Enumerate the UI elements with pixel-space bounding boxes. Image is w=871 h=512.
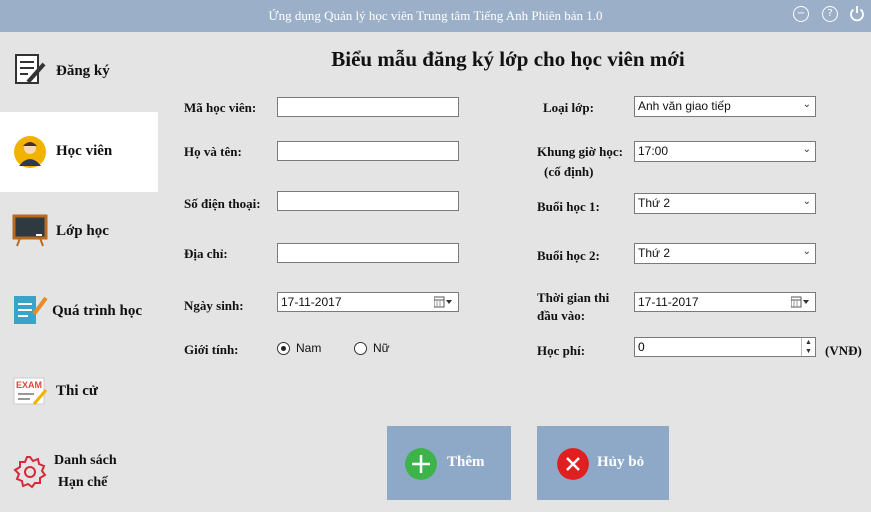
gender-label: Giới tính: [184,342,239,357]
cancel-button-label: Hủy bỏ [597,454,645,470]
entrance-value: 17-11-2017 [638,295,699,309]
sidebar-item-register[interactable]: Đăng ký [0,32,158,112]
sidebar-item-label-line2: Hạn chế [58,475,108,490]
fee-label: Học phí: [537,343,586,358]
class-type-value: Anh văn giao tiếp [638,99,731,113]
gender-female-label: Nữ [373,341,390,355]
gender-male-label: Nam [296,341,322,355]
session2-label: Buổi học 2: [537,248,600,263]
sidebar: Đăng ký Học viên Lớp học Quá trình học E… [0,32,158,512]
sidebar-item-label: Quá trình học [52,303,143,319]
entrance-label-line1: Thời gian thi [537,290,610,305]
session1-select[interactable]: Thứ 2 ⌄ [634,193,816,214]
close-icon [557,448,589,480]
title-bar: Ứng dụng Quản lý học viên Trung tâm Tiến… [0,0,871,32]
time-label-line2: (cố định) [544,164,594,179]
student-id-label: Mã học viên: [184,100,257,115]
gender-female-radio[interactable]: Nữ [354,341,390,356]
calendar-dropdown-icon[interactable] [791,296,809,308]
sidebar-item-label: Lớp học [56,223,109,239]
svg-text:EXAM: EXAM [16,380,42,390]
chevron-down-icon[interactable]: ⌄ [803,196,811,207]
time-label-line1: Khung giờ học: [537,144,623,159]
session1-label: Buổi học 1: [537,199,600,214]
plus-icon [405,448,437,480]
fee-unit: (VNĐ) [825,343,862,358]
time-value: 17:00 [638,144,669,158]
entrance-label-line2: đầu vào: [537,308,586,323]
add-button-label: Thêm [447,454,485,470]
notebook-icon [14,296,48,324]
sidebar-item-restricted-list[interactable]: Danh sách Hạn chế [0,432,158,512]
sidebar-item-exams[interactable]: EXAM Thi cử [0,352,158,432]
sidebar-item-label: Thi cử [56,383,98,399]
fee-value: 0 [638,340,645,354]
time-select[interactable]: 17:00 ⌄ [634,141,816,162]
fee-numeric-input[interactable]: 0 ▲ ▼ [634,337,816,357]
cancel-button[interactable]: Hủy bỏ [537,426,669,500]
chevron-down-icon[interactable]: ⌄ [803,99,811,110]
calendar-dropdown-icon[interactable] [434,296,452,308]
student-id-input[interactable] [277,97,459,117]
session2-select[interactable]: Thứ 2 ⌄ [634,243,816,264]
window-title: Ứng dụng Quản lý học viên Trung tâm Tiến… [268,8,603,23]
entrance-date-picker[interactable]: 17-11-2017 [634,292,816,312]
sidebar-item-progress[interactable]: Quá trình học [0,272,158,352]
class-type-label: Loại lớp: [543,100,594,115]
full-name-input[interactable] [277,141,459,161]
session2-value: Thứ 2 [638,246,671,260]
phone-input[interactable] [277,191,459,211]
radio-unchecked-icon[interactable] [354,342,367,356]
sidebar-item-label-line1: Danh sách [54,453,117,468]
address-input[interactable] [277,243,459,263]
sidebar-item-students[interactable]: Học viên [0,112,158,192]
student-icon [14,136,46,168]
blackboard-icon [12,214,48,247]
registration-form: Biểu mẫu đăng ký lớp cho học viên mới Mã… [158,32,871,512]
exam-icon: EXAM [13,377,48,405]
full-name-label: Họ và tên: [184,144,242,159]
class-type-select[interactable]: Anh văn giao tiếp ⌄ [634,96,816,117]
session1-value: Thứ 2 [638,196,671,210]
dob-date-picker[interactable]: 17-11-2017 [277,292,459,312]
add-button[interactable]: Thêm [387,426,511,500]
phone-label: Số điện thoại: [184,196,261,211]
sidebar-item-classes[interactable]: Lớp học [0,192,158,272]
register-icon [15,54,46,84]
address-label: Địa chỉ: [184,246,228,261]
help-icon[interactable]: ? [822,6,838,22]
power-icon[interactable] [849,5,865,23]
form-title: Biểu mẫu đăng ký lớp cho học viên mới [331,47,685,71]
chevron-down-icon[interactable]: ⌄ [803,144,811,155]
dob-label: Ngày sinh: [184,298,244,313]
sidebar-item-label: Học viên [56,143,113,159]
radio-checked-icon[interactable] [277,342,290,356]
chevron-down-icon[interactable]: ⌄ [803,246,811,257]
sidebar-item-label: Đăng ký [56,63,110,79]
dob-value: 17-11-2017 [281,295,342,309]
minimize-icon[interactable]: − [793,6,809,22]
gender-male-radio[interactable]: Nam [277,341,322,356]
fee-spinner[interactable]: ▲ ▼ [801,338,815,356]
gear-icon [13,456,47,489]
